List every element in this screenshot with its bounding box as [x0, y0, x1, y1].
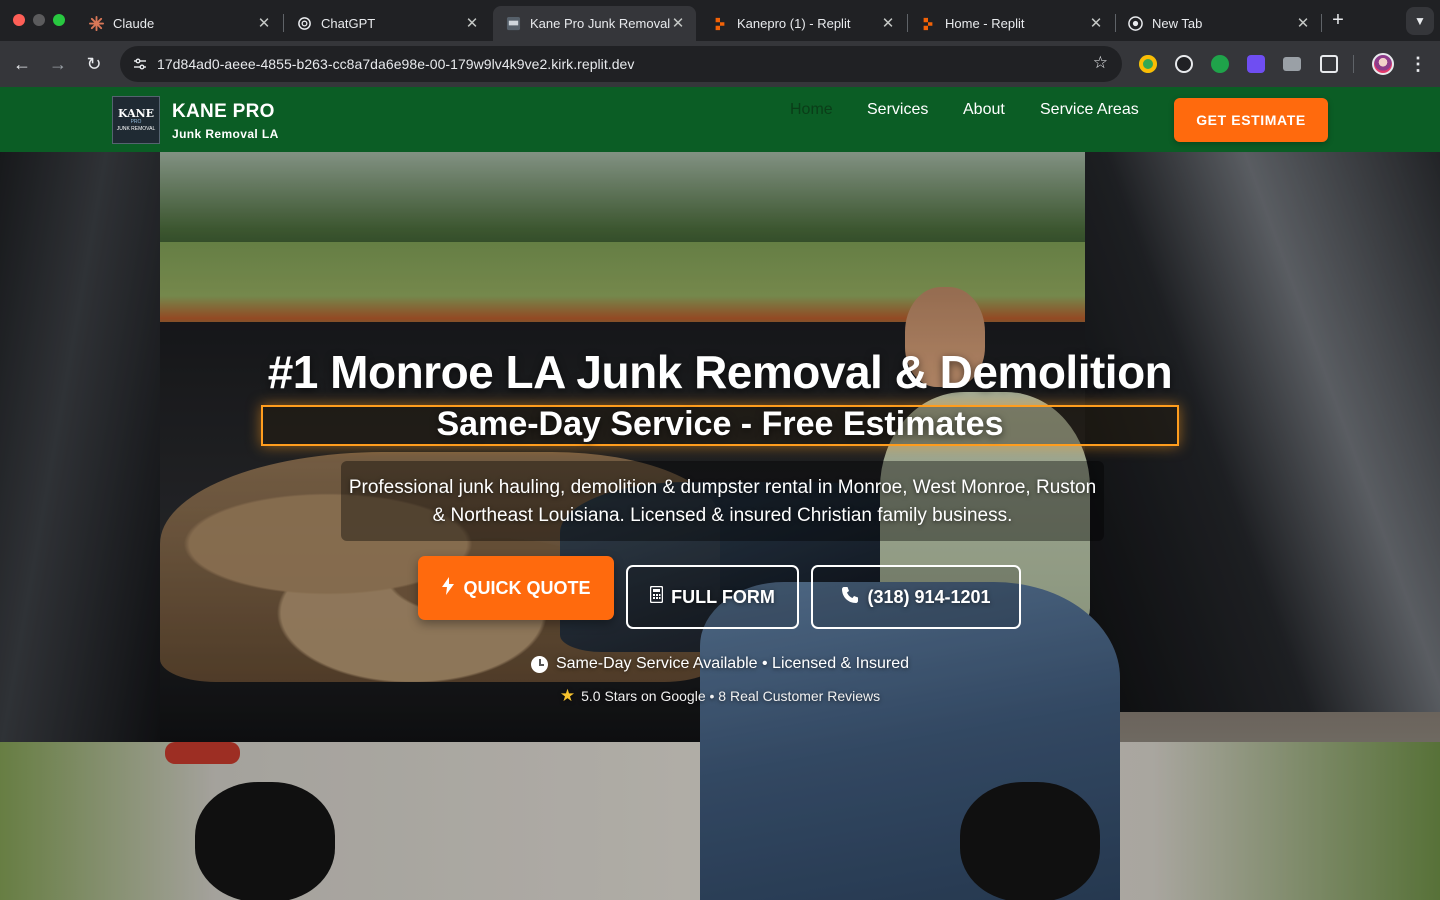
tab-title: Kane Pro Junk Removal	[530, 16, 670, 31]
hero-subtitle: Same-Day Service - Free Estimates	[436, 405, 1004, 443]
full-form-label: FULL FORM	[671, 586, 775, 607]
calculator-icon	[649, 585, 664, 608]
site-header: KANE PRO JUNK REMOVAL KANE PRO Junk Remo…	[0, 87, 1440, 152]
tab-title: Home - Replit	[945, 16, 1025, 31]
tab-claude[interactable]: Claude ✕	[76, 6, 282, 41]
chatgpt-icon	[296, 16, 312, 32]
tab-separator	[1321, 14, 1322, 32]
hero-title: #1 Monroe LA Junk Removal & Demolition	[267, 346, 1173, 398]
extensions-puzzle-icon[interactable]	[1320, 55, 1338, 73]
brand-tagline: Junk Removal LA	[172, 127, 279, 141]
get-estimate-button[interactable]: GET ESTIMATE	[1174, 98, 1328, 142]
nav-about[interactable]: About	[963, 101, 1005, 119]
hero-description: Professional junk hauling, demolition & …	[348, 477, 1097, 526]
replit-icon	[920, 16, 936, 32]
close-tab-icon[interactable]: ✕	[1295, 15, 1311, 32]
toolbar-separator	[1353, 55, 1354, 73]
extension-lightbulb-icon[interactable]	[1139, 55, 1157, 73]
close-tab-icon[interactable]: ✕	[1088, 15, 1104, 32]
tab-title: Claude	[113, 16, 155, 31]
brand-name[interactable]: KANE PRO	[172, 101, 275, 123]
profile-avatar[interactable]	[1372, 53, 1394, 75]
tab-home-replit[interactable]: Home - Replit ✕	[908, 6, 1114, 41]
minimize-window-button[interactable]	[33, 14, 45, 26]
extension-purple-icon[interactable]	[1247, 55, 1265, 73]
page-viewport: KANE PRO JUNK REMOVAL KANE PRO Junk Remo…	[0, 87, 1440, 900]
quick-quote-button[interactable]: QUICK QUOTE	[418, 556, 614, 620]
phone-icon	[841, 586, 859, 609]
star-icon: ★	[559, 686, 576, 705]
trust-line-service: Same-Day Service Available • Licensed & …	[0, 655, 1440, 673]
quick-quote-label: QUICK QUOTE	[463, 577, 591, 598]
full-form-button[interactable]: FULL FORM	[626, 565, 799, 629]
kane-pro-logo[interactable]: KANE PRO JUNK REMOVAL	[112, 96, 160, 144]
site-info-icon[interactable]	[128, 52, 152, 76]
call-phone-button[interactable]: (318) 914-1201	[811, 565, 1021, 629]
trust-line-1-text: Same-Day Service Available • Licensed & …	[555, 655, 910, 672]
forward-arrow-icon[interactable]: →	[46, 52, 70, 76]
chrome-icon	[1127, 16, 1143, 32]
maximize-window-button[interactable]	[53, 14, 65, 26]
claude-icon	[88, 16, 104, 32]
clock-icon	[530, 655, 548, 673]
extension-w-icon[interactable]	[1175, 55, 1193, 73]
phone-number: (318) 914-1201	[867, 586, 991, 607]
lightning-bolt-icon	[441, 576, 455, 600]
close-tab-icon[interactable]: ✕	[880, 15, 896, 32]
browser-tab-bar: Claude ✕ ChatGPT ✕ Kane Pro Junk Removal…	[0, 0, 1440, 41]
tab-title: ChatGPT	[321, 16, 376, 31]
close-tab-icon[interactable]: ✕	[256, 15, 272, 32]
new-tab-plus-icon[interactable]: +	[1328, 10, 1348, 30]
more-menu-icon[interactable]: ⋮	[1409, 52, 1427, 76]
url-text[interactable]: 17d84ad0-aeee-4855-b263-cc8a7da6e98e-00-…	[157, 56, 634, 72]
tab-new-tab[interactable]: New Tab ✕	[1115, 6, 1321, 41]
tab-chatgpt[interactable]: ChatGPT ✕	[284, 6, 490, 41]
tab-search-chevron-icon[interactable]: ▼	[1406, 7, 1434, 35]
camera-icon[interactable]	[1283, 57, 1301, 71]
reload-icon[interactable]: ↻	[82, 52, 106, 76]
back-arrow-icon[interactable]: ←	[10, 52, 34, 76]
tab-kane-pro[interactable]: Kane Pro Junk Removal ✕	[493, 6, 696, 41]
close-tab-icon[interactable]: ✕	[670, 15, 686, 32]
close-tab-icon[interactable]: ✕	[464, 15, 480, 32]
trust-line-2-text: 5.0 Stars on Google • 8 Real Customer Re…	[581, 688, 881, 704]
nav-home[interactable]: Home	[790, 101, 833, 119]
nav-services[interactable]: Services	[867, 101, 928, 119]
tab-title: New Tab	[1152, 16, 1203, 31]
browser-toolbar: ← → ↻ 17d84ad0-aeee-4855-b263-cc8a7da6e9…	[0, 41, 1440, 87]
extension-green-p-icon[interactable]	[1211, 55, 1229, 73]
address-bar[interactable]: 17d84ad0-aeee-4855-b263-cc8a7da6e98e-00-…	[120, 46, 1122, 82]
trust-line-reviews: ★ 5.0 Stars on Google • 8 Real Customer …	[0, 686, 1440, 706]
tab-kanepro-replit[interactable]: Kanepro (1) - Replit ✕	[700, 6, 906, 41]
kane-pro-favicon-icon	[505, 16, 521, 32]
nav-service-areas[interactable]: Service Areas	[1040, 101, 1139, 119]
bookmark-star-icon[interactable]: ☆	[1093, 53, 1108, 73]
close-window-button[interactable]	[13, 14, 25, 26]
replit-icon	[712, 16, 728, 32]
tab-title: Kanepro (1) - Replit	[737, 16, 851, 31]
